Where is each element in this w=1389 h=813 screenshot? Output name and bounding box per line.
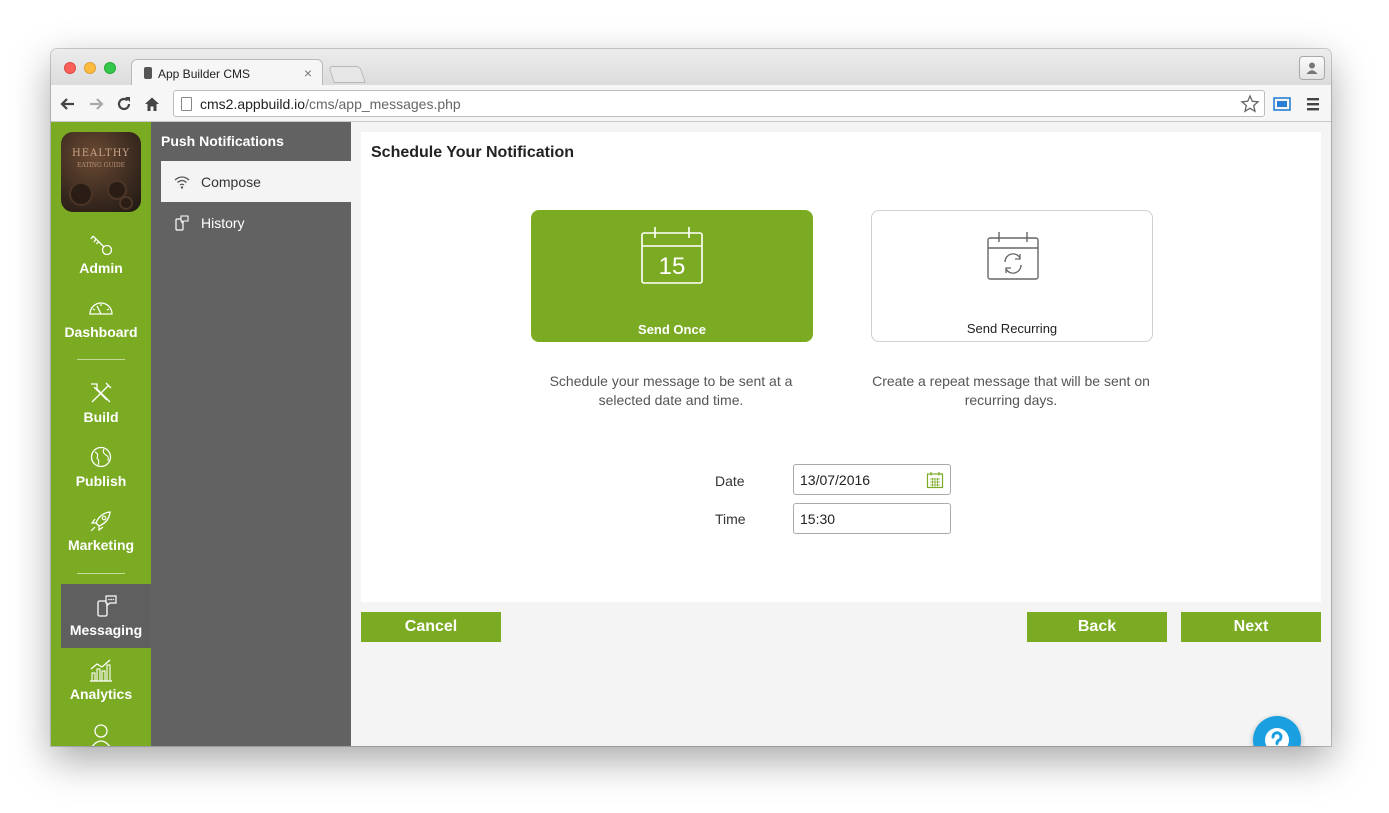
sidebar-item-user[interactable] <box>51 712 151 746</box>
sidebar-item-analytics[interactable]: Analytics <box>51 648 151 712</box>
minimize-window-button[interactable] <box>84 62 96 74</box>
hamburger-icon <box>1307 98 1319 111</box>
tools-icon <box>91 382 112 403</box>
subnav-item-history[interactable]: History <box>161 202 351 243</box>
tab-close-icon[interactable]: × <box>304 65 312 81</box>
sidebar-item-build[interactable]: Build <box>51 371 151 435</box>
calendar-icon: 15 <box>641 227 703 284</box>
main-sidebar: HEALTHY EATING GUIDE Admin Dashboard Bui… <box>51 122 151 746</box>
wifi-signal-icon <box>174 176 190 189</box>
profile-button[interactable] <box>1299 56 1325 80</box>
maximize-window-button[interactable] <box>104 62 116 74</box>
recurring-calendar-icon <box>987 232 1039 280</box>
app-logo[interactable]: HEALTHY EATING GUIDE <box>61 132 141 212</box>
main-content: Schedule Your Notification 15 Send Once <box>351 122 1331 746</box>
sidebar-item-publish[interactable]: Publish <box>51 435 151 499</box>
back-button[interactable]: Back <box>1027 612 1167 642</box>
browser-toolbar: cms2.appbuild.io/cms/app_messages.php <box>51 85 1331 122</box>
user-icon <box>91 724 111 746</box>
reload-icon <box>117 97 131 111</box>
speedometer-icon <box>89 302 113 315</box>
date-input[interactable] <box>794 465 924 494</box>
subnav-title: Push Notifications <box>161 133 284 149</box>
page-icon <box>181 97 192 111</box>
home-button[interactable] <box>141 93 163 115</box>
send-once-label: Send Once <box>638 322 706 337</box>
next-button[interactable]: Next <box>1181 612 1321 642</box>
time-field[interactable] <box>793 503 951 534</box>
forward-nav-button[interactable] <box>85 93 107 115</box>
url-text: cms2.appbuild.io/cms/app_messages.php <box>200 96 461 112</box>
key-icon <box>90 235 113 256</box>
time-input[interactable] <box>794 504 924 533</box>
send-once-option[interactable]: 15 Send Once <box>531 210 813 342</box>
arrow-right-icon <box>90 98 104 110</box>
question-mark-icon <box>1265 728 1289 746</box>
schedule-card: Schedule Your Notification 15 Send Once <box>361 132 1321 602</box>
time-label: Time <box>715 511 746 527</box>
date-label: Date <box>715 473 745 489</box>
push-notifications-nav: Push Notifications Compose History <box>151 122 351 746</box>
send-recurring-description: Create a repeat message that will be sen… <box>872 373 1150 408</box>
browser-window: App Builder CMS × cms2.appbuild.io/cms/a… <box>51 49 1331 746</box>
rocket-icon <box>90 511 111 532</box>
menu-button[interactable] <box>1302 93 1324 115</box>
analytics-icon <box>90 659 112 682</box>
date-field[interactable] <box>793 464 951 495</box>
send-recurring-option[interactable]: Send Recurring <box>871 210 1153 342</box>
sidebar-item-admin[interactable]: Admin <box>51 222 151 286</box>
cancel-button[interactable]: Cancel <box>361 612 501 642</box>
calendar-day: 15 <box>659 253 686 280</box>
screen-icon <box>1273 97 1291 111</box>
cast-button[interactable] <box>1271 93 1293 115</box>
sidebar-item-messaging[interactable]: Messaging <box>61 584 151 648</box>
close-window-button[interactable] <box>64 62 76 74</box>
new-tab-button[interactable] <box>328 66 366 83</box>
calendar-picker-icon[interactable] <box>926 471 944 489</box>
help-button[interactable] <box>1253 716 1301 746</box>
phone-chat-icon <box>97 595 117 617</box>
home-icon <box>145 97 159 111</box>
sidebar-item-dashboard[interactable]: Dashboard <box>51 286 151 350</box>
phone-favicon-icon <box>144 67 152 79</box>
bookmark-star-icon[interactable] <box>1240 94 1260 114</box>
tab-title: App Builder CMS <box>158 67 251 81</box>
arrow-left-icon <box>60 98 74 110</box>
page-title: Schedule Your Notification <box>371 144 574 161</box>
sidebar-divider <box>77 573 125 574</box>
person-icon <box>1306 62 1318 74</box>
tab-strip: App Builder CMS × <box>51 49 1331 86</box>
reload-button[interactable] <box>113 93 135 115</box>
sidebar-item-marketing[interactable]: Marketing <box>51 499 151 563</box>
subnav-item-compose[interactable]: Compose <box>161 161 351 202</box>
back-nav-button[interactable] <box>57 93 79 115</box>
sidebar-divider <box>77 359 125 360</box>
address-bar[interactable]: cms2.appbuild.io/cms/app_messages.php <box>173 90 1265 117</box>
phone-history-icon <box>175 215 189 231</box>
globe-icon <box>90 446 112 468</box>
browser-tab[interactable]: App Builder CMS × <box>131 59 323 86</box>
send-recurring-label: Send Recurring <box>966 321 1058 336</box>
send-once-description: Schedule your message to be sent at a se… <box>549 373 793 408</box>
